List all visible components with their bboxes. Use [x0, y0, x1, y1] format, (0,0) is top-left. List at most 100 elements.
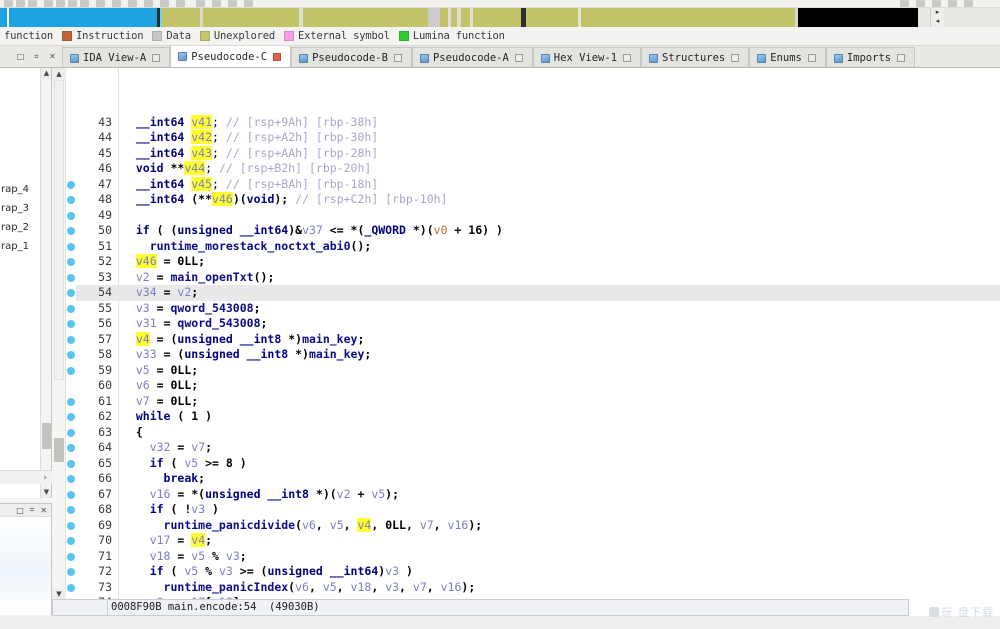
scroll-down-icon[interactable]: ▼ [41, 487, 51, 498]
code-line[interactable]: 69 runtime_panicdivide(v6, v5, v4, 0LL, … [76, 517, 1000, 534]
code-token[interactable] [122, 316, 136, 330]
code-token[interactable]: unsigned __int8 [177, 332, 288, 346]
breakpoint-marker-icon[interactable] [67, 320, 75, 328]
tab-close-icon[interactable] [623, 54, 632, 62]
code-line[interactable]: 60 v6 = 0LL; [76, 378, 1000, 394]
code-token[interactable]: *) [295, 347, 309, 361]
code-token[interactable]: // [rsp+A2h] [rbp-30h] [226, 130, 378, 144]
code-token[interactable]: = [170, 533, 191, 547]
code-line[interactable]: 66 break; [76, 471, 1000, 487]
code-token[interactable]: = [157, 316, 178, 330]
code-token[interactable]: __int64 [136, 192, 191, 206]
tab-hex-view-1[interactable]: Hex View-1 [532, 47, 642, 67]
code-token[interactable]: if [136, 223, 150, 237]
code-token[interactable]: ) [399, 564, 413, 578]
breakpoint-marker-icon[interactable] [67, 428, 75, 437]
code-token[interactable] [122, 146, 136, 160]
code-line[interactable]: 47 __int64 v45; // [rsp+BAh] [rbp-18h] [76, 176, 1000, 193]
code-token[interactable]: , [399, 580, 413, 594]
navigator-segment[interactable] [918, 8, 930, 27]
toolbar-button[interactable] [112, 0, 121, 7]
code-line[interactable]: 58 v33 = (unsigned __int8 *)main_key; [76, 347, 1000, 363]
toolbar-button[interactable] [900, 0, 909, 7]
code-token[interactable] [122, 394, 136, 408]
left-dock-scrollbar[interactable]: ▲ ▼ [40, 68, 51, 498]
code-token[interactable]: = [170, 549, 191, 563]
tab-close-icon[interactable] [393, 54, 402, 62]
navigator-segment[interactable] [203, 8, 299, 27]
left-dock-panel-bottom-titlebar[interactable]: □ ⌗ ✕ [0, 504, 51, 517]
breakpoint-marker-icon[interactable] [67, 397, 75, 406]
tab-close-icon[interactable] [731, 54, 740, 62]
code-line[interactable]: 48 __int64 (**v46)(void); // [rsp+C2h] [… [76, 192, 1000, 208]
code-token[interactable]: v33 [136, 347, 157, 361]
navigator-segment[interactable] [162, 8, 200, 27]
navigator-segment[interactable] [303, 8, 428, 27]
code-token[interactable]: = 0LL; [150, 394, 199, 408]
code-line[interactable]: 71 v18 = v5 % v3; [76, 549, 1000, 565]
code-token[interactable]: v16 [441, 580, 462, 594]
code-token[interactable]: = [170, 440, 191, 454]
breakpoint-marker-icon[interactable] [67, 490, 75, 499]
code-token[interactable]: main_key [302, 332, 357, 346]
toolbar-button[interactable] [96, 0, 105, 7]
tab-close-icon[interactable] [152, 54, 161, 62]
tab-pseudocode-b[interactable]: Pseudocode-B [291, 47, 412, 67]
toolbar-button[interactable] [160, 0, 169, 7]
toolbar-button[interactable] [228, 0, 237, 7]
restore-button[interactable]: □ [16, 506, 24, 515]
code-token[interactable]: // [rsp+AAh] [rbp-28h] [226, 146, 378, 160]
code-token[interactable]: + 16) ) [448, 223, 502, 237]
chevron-right-icon[interactable]: › [43, 473, 47, 483]
float-button[interactable]: ⌗ [30, 505, 35, 515]
code-token[interactable]: v2 [177, 285, 191, 299]
code-line[interactable]: 57 v4 = (unsigned __int8 *)main_key; [76, 331, 1000, 348]
code-token[interactable]: main_key [309, 347, 364, 361]
breakpoint-marker-icon[interactable] [67, 459, 75, 468]
code-token[interactable] [122, 440, 150, 454]
code-token[interactable]: v16 [150, 487, 171, 501]
code-token[interactable] [122, 471, 164, 485]
code-token[interactable]: v3 [219, 564, 233, 578]
breakpoint-marker-icon[interactable] [67, 242, 75, 251]
code-token[interactable]: qword_543008 [171, 301, 254, 315]
code-token[interactable]: v7 [191, 440, 205, 454]
code-token[interactable] [122, 223, 136, 237]
code-token[interactable]: ; [212, 115, 226, 129]
code-token[interactable]: v3 [385, 564, 399, 578]
code-token[interactable]: ; [198, 471, 205, 485]
tab-pseudocode-a[interactable]: Pseudocode-A [411, 47, 533, 67]
code-token[interactable] [122, 115, 136, 129]
code-token[interactable]: v31 [136, 316, 157, 330]
code-token[interactable] [122, 549, 150, 563]
code-token[interactable]: v32 [150, 440, 171, 454]
code-token[interactable] [122, 456, 150, 470]
code-line[interactable]: 70 v17 = v4; [76, 533, 1000, 549]
code-token[interactable]: if [150, 456, 164, 470]
code-token[interactable]: ( [295, 518, 302, 532]
code-token[interactable] [122, 270, 136, 284]
breakpoint-marker-icon[interactable] [67, 351, 75, 359]
left-dock-panel-top[interactable]: rap_4 rap_3 rap_2 rap_1 ▲ ▼ [0, 68, 52, 498]
toolbar-button[interactable] [932, 0, 941, 7]
breakpoint-marker-icon[interactable] [67, 444, 75, 452]
code-token[interactable]: ; [254, 301, 261, 315]
code-token[interactable]: v3 [226, 549, 240, 563]
tab-bar[interactable]: □ ⌗ ✕ IDA View-A Pseudocode-C Pseudocode-B Ps… [0, 46, 1000, 68]
code-token[interactable]: v42 [191, 130, 213, 144]
code-line[interactable]: 43 __int64 v41; // [rsp+9Ah] [rbp-38h] [76, 114, 1000, 131]
code-token[interactable]: void [247, 192, 275, 206]
code-token[interactable]: unsigned __int64 [177, 223, 288, 237]
code-token[interactable]: // [rsp+9Ah] [rbp-38h] [226, 115, 378, 129]
code-token[interactable]: , [371, 580, 385, 594]
code-token[interactable] [122, 130, 136, 144]
toolbar-button[interactable] [4, 0, 13, 7]
code-line[interactable]: 59 v5 = 0LL; [76, 363, 1000, 379]
breakpoint-marker-icon[interactable] [67, 506, 75, 514]
code-token[interactable]: v5 [330, 518, 344, 532]
tab-enums[interactable]: Enums [749, 47, 826, 67]
code-line[interactable]: 55 v3 = qword_543008; [76, 301, 1000, 317]
breakpoint-marker-icon[interactable] [67, 273, 75, 282]
toolbar-button[interactable] [196, 0, 205, 7]
code-line[interactable]: 67 v16 = *(unsigned __int8 *)(v2 + v5); [76, 487, 1000, 503]
